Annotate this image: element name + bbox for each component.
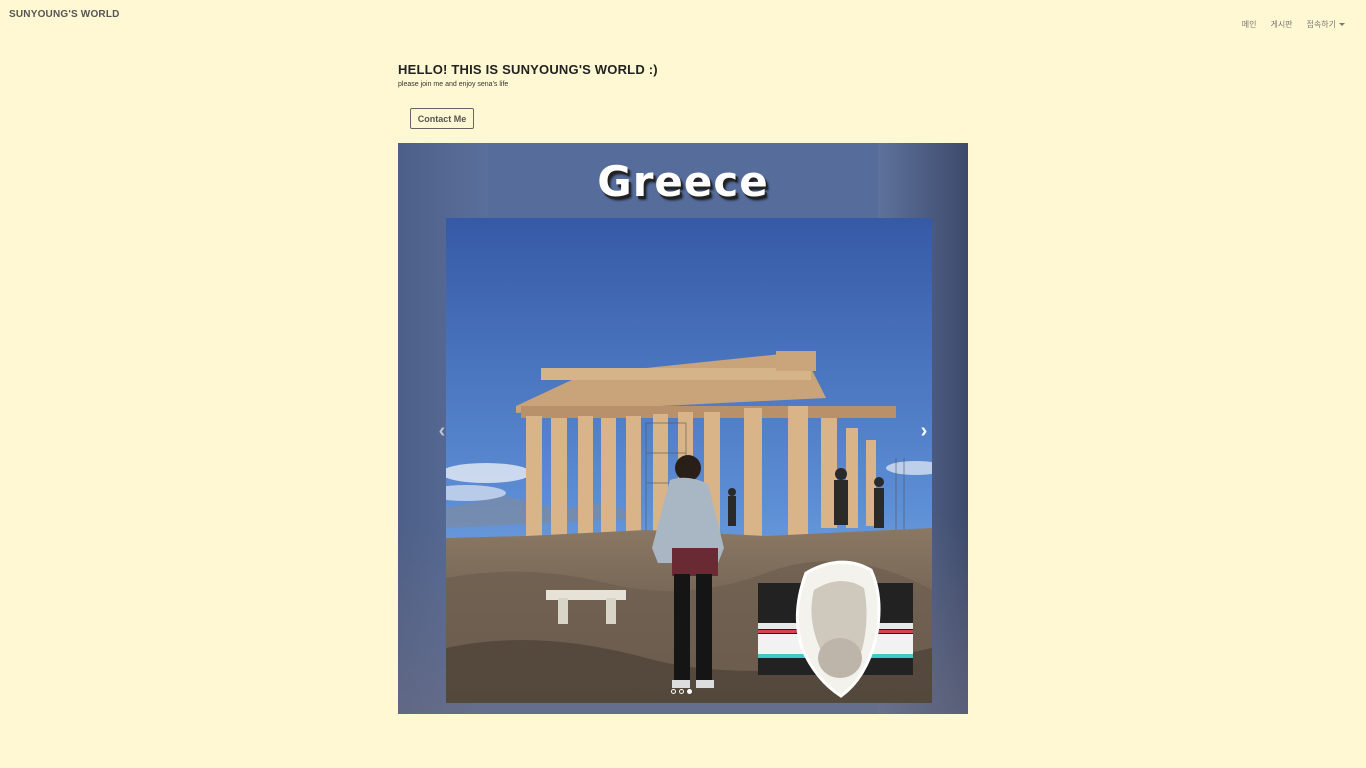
- contact-me-button[interactable]: Contact Me: [410, 108, 474, 129]
- jumbotron: HELLO! THIS IS SUNYOUNG'S WORLD :) pleas…: [398, 62, 968, 88]
- image-carousel: Greece ‹ ›: [398, 143, 968, 714]
- brand-link[interactable]: SUNYOUNG'S WORLD: [9, 9, 120, 20]
- carousel-indicator-2[interactable]: [679, 689, 684, 694]
- carousel-indicators: [671, 689, 692, 694]
- parthenon-photo-image: [446, 218, 932, 703]
- nav-menu: 메인 게시판 접속하기: [1235, 20, 1352, 30]
- navbar: SUNYOUNG'S WORLD 메인 게시판 접속하기: [0, 0, 1366, 50]
- nav-item-board[interactable]: 게시판: [1263, 20, 1299, 30]
- nav-item-main[interactable]: 메인: [1235, 20, 1264, 30]
- caret-down-icon: [1339, 23, 1345, 27]
- page-subtitle: please join me and enjoy sena's life: [398, 81, 509, 88]
- carousel-prev-control[interactable]: ‹: [432, 421, 452, 441]
- carousel-indicator-1[interactable]: [671, 689, 676, 694]
- nav-item-connect-dropdown[interactable]: 접속하기: [1300, 20, 1352, 30]
- carousel-next-control[interactable]: ›: [914, 421, 934, 441]
- slide-photo: [446, 218, 932, 703]
- carousel-indicator-3[interactable]: [687, 689, 692, 694]
- slide-title: Greece: [597, 157, 769, 206]
- page-title: HELLO! THIS IS SUNYOUNG'S WORLD :): [398, 62, 658, 77]
- nav-item-connect-label: 접속하기: [1306, 20, 1336, 29]
